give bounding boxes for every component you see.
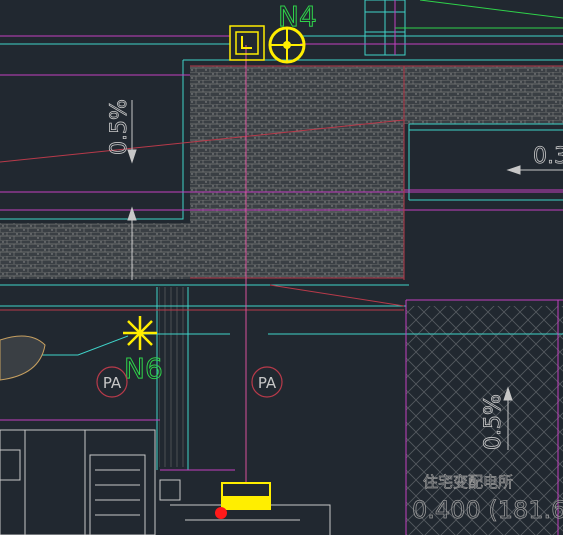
room-name-label: 住宅变配电所 (423, 473, 513, 491)
slope-label-a: 0.5% (107, 99, 132, 155)
corridor-line-hatch (159, 287, 186, 467)
brick-hatch-regions (0, 66, 563, 279)
public-address-icon[interactable]: PA (96, 366, 128, 398)
slope-label-c: 0.5% (481, 394, 506, 450)
cad-drawing-canvas[interactable]: 0.5% 0.3 0.5% 住宅变配电所 0.400 (181.60 N4 N6… (0, 0, 563, 535)
slope-label-b: 0.3 (533, 144, 563, 169)
starburst-fixture-icon[interactable] (123, 316, 157, 350)
n6-label: N6 (124, 352, 163, 385)
stair-footprint (0, 335, 46, 381)
n4-label: N4 (278, 0, 317, 33)
pa-right-label: PA (258, 374, 277, 392)
green-linework (395, 0, 563, 29)
red-node-icon[interactable] (215, 507, 227, 519)
wall-light-icon[interactable] (229, 25, 265, 61)
room-dims-label: 0.400 (181.60 (412, 496, 563, 524)
pa-left-label: PA (103, 374, 122, 392)
public-address-icon[interactable]: PA (251, 366, 283, 398)
lamp-symbol-icon[interactable] (268, 26, 306, 64)
yellow-panel-icon[interactable] (221, 482, 271, 510)
